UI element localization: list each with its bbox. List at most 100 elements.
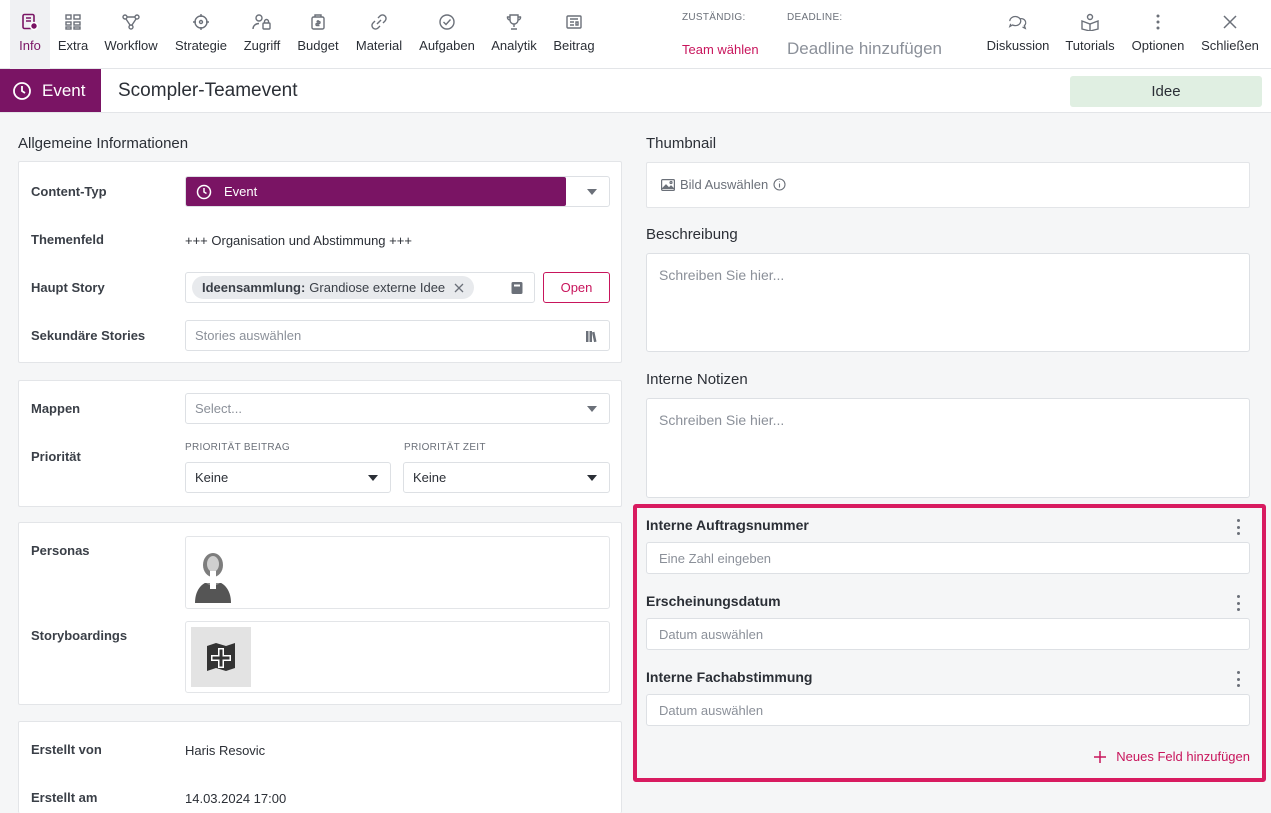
storyboards-field [185, 621, 610, 693]
options-button[interactable]: Optionen [1128, 0, 1188, 69]
chevron-down-icon [587, 474, 597, 481]
publish-date-input[interactable]: Datum auswählen [646, 618, 1250, 650]
clock-icon [13, 81, 31, 100]
review-date-input[interactable]: Datum auswählen [646, 694, 1250, 726]
title-bar: Event Scompler-Teamevent Idee [0, 69, 1271, 113]
storyboards-label: Storyboardings [31, 628, 128, 643]
remove-tag-icon[interactable] [454, 283, 464, 293]
tab-strategie-label: Strategie [174, 38, 228, 53]
close-label: Schließen [1201, 38, 1259, 53]
content-type-selected: Event [186, 177, 566, 206]
tab-analytik[interactable]: Analytik [488, 0, 540, 69]
custom-field-label: Interne Auftragsnummer [646, 517, 809, 533]
info-icon[interactable] [773, 178, 786, 191]
folders-select[interactable]: Select... [185, 393, 610, 424]
personas-label: Personas [31, 543, 90, 558]
review-date-placeholder: Datum auswählen [659, 702, 764, 718]
add-field-button[interactable]: Neues Feld hinzufügen [1093, 749, 1250, 764]
top-toolbar: Info Extra Workflow Strategie Zugriff Bu… [0, 0, 1271, 69]
general-info-title: Allgemeine Informationen [18, 135, 189, 152]
discussion-button[interactable]: Diskussion [984, 0, 1052, 69]
people-card: Personas Storyboardings [18, 522, 622, 705]
secondary-stories-label: Sekundäre Stories [31, 328, 146, 343]
description-textarea[interactable]: Schreiben Sie hier... [646, 253, 1250, 352]
classification-card: Mappen Select... Priorität PRIORITÄT BEI… [18, 380, 622, 507]
info-doc-icon [20, 12, 40, 32]
tab-analytik-label: Analytik [491, 38, 537, 53]
tutorials-button[interactable]: Tutorials [1062, 0, 1118, 69]
tab-aufgaben[interactable]: Aufgaben [416, 0, 478, 69]
content-type-select[interactable]: Event [185, 176, 610, 207]
chat-icon [1008, 12, 1028, 32]
priority-post-label: PRIORITÄT BEITRAG [185, 442, 290, 453]
field-options-icon[interactable] [1236, 595, 1240, 611]
map-add-icon [207, 643, 235, 671]
topic-label: Themenfeld [31, 232, 104, 247]
thumbnail-card: Bild Auswählen [646, 162, 1250, 208]
tab-aufgaben-label: Aufgaben [419, 38, 475, 53]
created-card: Erstellt von Haris Resovic Erstellt am 1… [18, 721, 622, 813]
topic-value[interactable]: +++ Organisation und Abstimmung +++ [185, 233, 412, 248]
chevron-down-icon[interactable] [587, 188, 597, 195]
assignee-label: ZUSTÄNDIG: [682, 12, 746, 23]
grid-icon [63, 12, 83, 32]
tab-workflow-label: Workflow [104, 38, 158, 53]
tab-budget-label: Budget [297, 38, 339, 53]
main-story-field[interactable]: Ideensammlung: Grandiose externe Idee [185, 272, 535, 303]
tab-extra[interactable]: Extra [54, 0, 92, 69]
tab-material[interactable]: Material [352, 0, 406, 69]
add-field-label: Neues Feld hinzufügen [1116, 749, 1250, 764]
priority-time-value: Keine [413, 470, 447, 485]
add-persona-button[interactable] [191, 545, 235, 603]
field-options-icon[interactable] [1236, 519, 1240, 535]
priority-post-select[interactable]: Keine [185, 462, 391, 493]
tab-extra-label: Extra [57, 38, 89, 53]
plus-icon [1094, 750, 1107, 763]
book-icon[interactable] [510, 281, 524, 295]
tab-material-label: Material [355, 38, 403, 53]
tutorial-icon [1080, 12, 1100, 32]
tab-strategie[interactable]: Strategie [172, 0, 230, 69]
discussion-label: Diskussion [986, 38, 1050, 53]
personas-field [185, 536, 610, 609]
secondary-stories-placeholder: Stories auswählen [195, 328, 302, 343]
target-icon [191, 12, 211, 32]
add-storyboard-button[interactable] [191, 627, 251, 687]
tab-info[interactable]: Info [10, 0, 50, 69]
close-button[interactable]: Schließen [1198, 0, 1262, 69]
general-info-card: Content-Typ Event Themenfeld +++ Organis… [18, 161, 622, 363]
add-deadline-link[interactable]: Deadline hinzufügen [787, 39, 942, 59]
publish-date-placeholder: Datum auswählen [659, 626, 764, 642]
secondary-stories-input[interactable]: Stories auswählen [185, 320, 610, 351]
content-type-label: Content-Typ [31, 184, 107, 199]
priority-post-value: Keine [195, 470, 229, 485]
tab-workflow[interactable]: Workflow [100, 0, 162, 69]
newspaper-icon [564, 12, 584, 32]
internal-notes-textarea[interactable]: Schreiben Sie hier... [646, 398, 1250, 498]
budget-icon [308, 12, 328, 32]
custom-field-label: Erscheinungsdatum [646, 593, 781, 609]
image-icon [661, 178, 675, 191]
thumbnail-title: Thumbnail [646, 135, 717, 152]
tab-zugriff[interactable]: Zugriff [240, 0, 284, 69]
open-story-button[interactable]: Open [543, 272, 610, 303]
priority-label: Priorität [31, 449, 81, 464]
tab-budget[interactable]: Budget [295, 0, 341, 69]
tab-beitrag[interactable]: Beitrag [550, 0, 598, 69]
chevron-down-icon [587, 405, 597, 412]
page-title[interactable]: Scompler-Teamevent [118, 80, 298, 102]
content-type-badge[interactable]: Event [0, 69, 101, 112]
field-options-icon[interactable] [1236, 671, 1240, 687]
priority-time-label: PRIORITÄT ZEIT [404, 442, 486, 453]
tab-info-label: Info [19, 38, 41, 53]
assign-team-link[interactable]: Team wählen [682, 42, 759, 57]
select-image-button[interactable]: Bild Auswählen [661, 177, 786, 192]
more-vertical-icon [1148, 12, 1168, 32]
priority-time-select[interactable]: Keine [403, 462, 610, 493]
user-lock-icon [252, 12, 272, 32]
created-at-label: Erstellt am [31, 790, 98, 805]
order-number-input[interactable]: Eine Zahl eingeben [646, 542, 1250, 574]
status-button[interactable]: Idee [1070, 76, 1262, 107]
folders-label: Mappen [31, 401, 81, 416]
check-circle-icon [437, 12, 457, 32]
